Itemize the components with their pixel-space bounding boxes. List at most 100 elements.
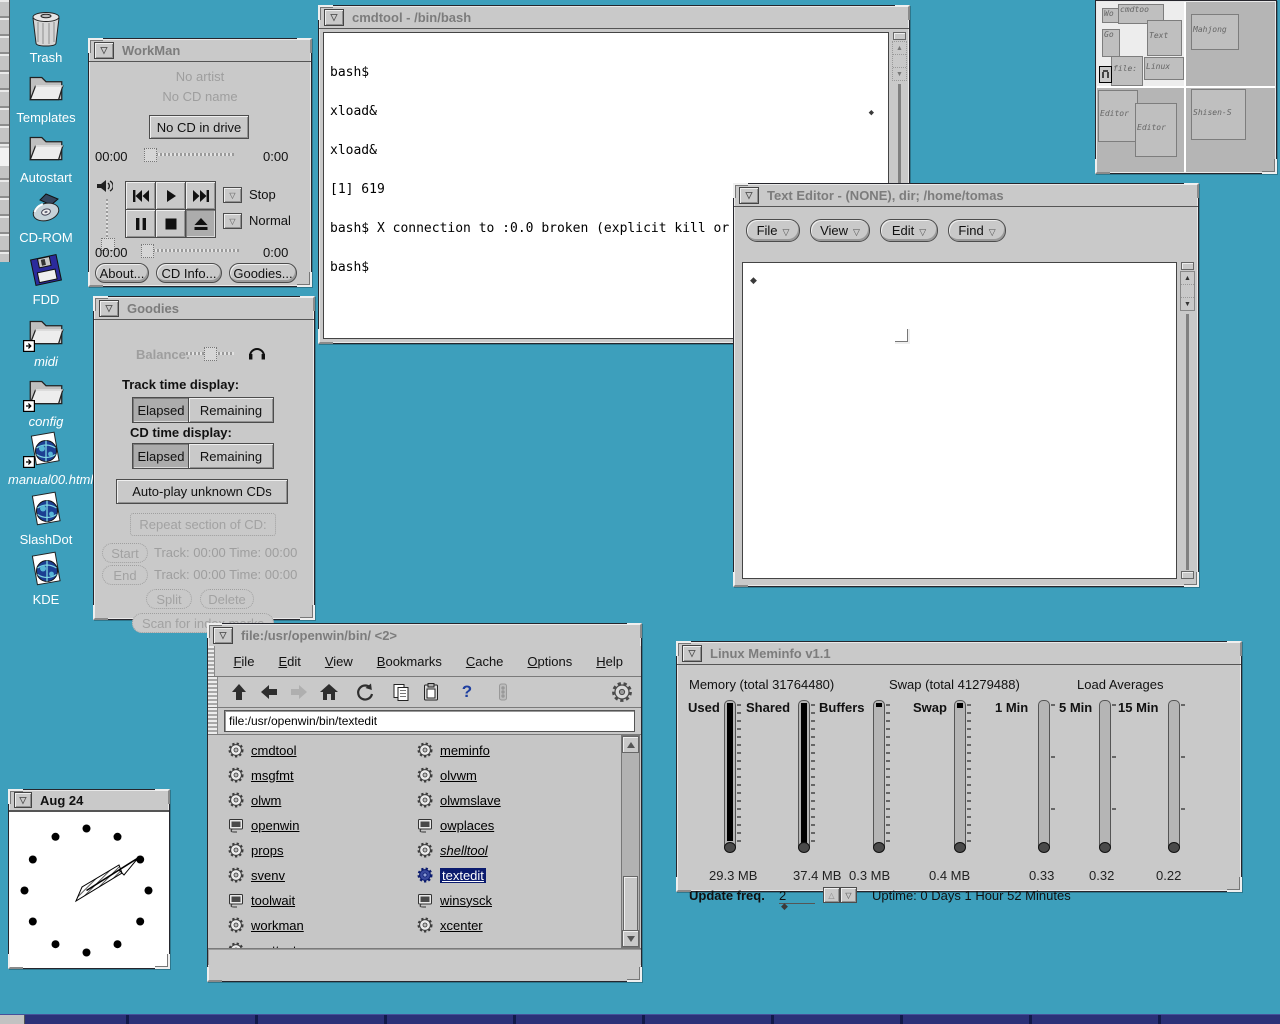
track-remaining-button[interactable]: Remaining — [188, 397, 274, 423]
help-button[interactable]: ? — [452, 682, 482, 702]
back-button[interactable] — [254, 682, 284, 702]
up-button[interactable] — [224, 682, 254, 702]
menu-bookmarks[interactable]: Bookmarks — [365, 654, 454, 669]
desktop-icon-config[interactable]: config — [8, 370, 84, 429]
file-item[interactable]: winsysck — [417, 889, 492, 911]
desktop-icon-autostart[interactable]: Autostart — [8, 126, 84, 185]
desktop-icon-templates[interactable]: Templates — [8, 66, 84, 125]
kde-gear-button[interactable] — [607, 681, 637, 703]
titlebar[interactable]: file:/usr/openwin/bin/ <2> — [208, 624, 641, 647]
copy-button[interactable] — [386, 682, 416, 702]
desktop-icon-kde[interactable]: KDE — [8, 550, 84, 607]
eject-button[interactable] — [185, 209, 216, 238]
titlebar[interactable]: Text Editor - (NONE), dir; /home/tomas — [734, 184, 1198, 207]
window-menu-button[interactable] — [739, 187, 759, 204]
file-item[interactable]: msgfmt — [228, 764, 294, 786]
desktop-icon-cdrom[interactable]: CD-ROM — [8, 188, 84, 245]
repeat-end-button[interactable]: End — [102, 565, 148, 585]
desktop-icon-fdd[interactable]: FDD — [8, 250, 84, 307]
locationbar-grip[interactable] — [208, 708, 218, 734]
file-item[interactable]: xcenter — [417, 914, 483, 936]
file-item[interactable]: svenv — [228, 864, 285, 886]
window-menu-button[interactable] — [94, 42, 114, 59]
pager-window[interactable]: Text — [1147, 20, 1182, 56]
window-menu-button[interactable] — [99, 300, 119, 317]
delete-button[interactable]: Delete — [200, 589, 254, 609]
file-item[interactable]: olwmslave — [417, 789, 501, 811]
file-item-symlink[interactable]: shelltool — [417, 839, 488, 861]
previous-track-button[interactable] — [125, 181, 156, 210]
pager-window[interactable]: Shisen-S — [1191, 89, 1246, 140]
menu-view[interactable]: View — [313, 654, 365, 669]
desktop-icon-manual-html[interactable]: manual00.html — [8, 430, 84, 487]
file-list-scrollbar[interactable] — [621, 735, 640, 948]
file-item[interactable]: openwin — [228, 814, 299, 836]
balance-slider[interactable] — [186, 347, 234, 359]
pager-desktop-3[interactable]: Editor Editor — [1097, 88, 1184, 172]
pause-button[interactable] — [125, 209, 156, 238]
pager-window[interactable]: Linux — [1144, 57, 1184, 80]
forward-button[interactable] — [284, 682, 314, 702]
autoplay-button[interactable]: Auto-play unknown CDs — [116, 479, 288, 504]
next-track-button[interactable] — [185, 181, 216, 210]
menu-edit[interactable]: Edit — [266, 654, 312, 669]
about-button[interactable]: About... — [95, 263, 149, 283]
toolbar-grip[interactable] — [208, 677, 218, 707]
reload-button[interactable] — [350, 682, 380, 702]
cd-elapsed-button[interactable]: Elapsed — [132, 443, 190, 469]
file-item-selected[interactable]: textedit — [417, 864, 486, 886]
taskbar-strip[interactable] — [0, 1014, 1280, 1024]
window-menu-button[interactable] — [14, 792, 32, 808]
stop-button[interactable] — [155, 209, 186, 238]
cd-info-button[interactable]: CD Info... — [156, 263, 222, 283]
titlebar[interactable]: Goodies — [94, 297, 314, 320]
desktop-icon-midi[interactable]: midi — [8, 310, 84, 369]
paste-button[interactable] — [416, 682, 446, 702]
pager-window[interactable]: file: — [1111, 56, 1143, 86]
file-menu-button[interactable]: File — [746, 219, 800, 242]
file-item[interactable]: cmdtool — [228, 739, 297, 761]
track-elapsed-button[interactable]: Elapsed — [132, 397, 190, 423]
location-input[interactable]: file:/usr/openwin/bin/textedit — [224, 710, 635, 732]
window-menu-button[interactable] — [324, 9, 344, 26]
cd-status-button[interactable]: No CD in drive — [149, 115, 249, 139]
file-item[interactable]: olwm — [228, 789, 281, 811]
pager-desktop-4[interactable]: Shisen-S — [1186, 88, 1275, 172]
editor-scrollbar[interactable]: ▲▼ — [1179, 262, 1196, 579]
menu-cache[interactable]: Cache — [454, 654, 516, 669]
file-item[interactable]: meminfo — [417, 739, 490, 761]
desktop-icon-trash[interactable]: Trash — [8, 8, 84, 65]
cd-remaining-button[interactable]: Remaining — [188, 443, 274, 469]
play-button[interactable] — [155, 181, 186, 210]
file-item[interactable]: props — [228, 839, 284, 861]
repeat-start-button[interactable]: Start — [102, 543, 148, 563]
find-menu-button[interactable]: Find — [948, 219, 1006, 242]
file-item[interactable]: owplaces — [417, 814, 494, 836]
menubar-grip[interactable] — [208, 646, 215, 676]
spinner-up-icon[interactable]: △ — [823, 887, 840, 903]
split-button[interactable]: Split — [146, 589, 192, 609]
mode-dropdown[interactable] — [223, 187, 242, 203]
titlebar[interactable]: WorkMan — [89, 39, 311, 62]
titlebar[interactable]: cmdtool - /bin/bash — [319, 6, 909, 29]
titlebar[interactable]: Aug 24 — [9, 790, 169, 811]
file-item[interactable]: olvwm — [417, 764, 477, 786]
pager-window[interactable]: Go — [1102, 29, 1120, 57]
text-area[interactable] — [742, 262, 1177, 579]
menu-file[interactable]: File — [221, 654, 266, 669]
goodies-button[interactable]: Goodies... — [229, 263, 297, 283]
pager-desktop-1-current[interactable]: Wo cmdtoo Text Go file: Linux — [1097, 2, 1184, 86]
volume-slider[interactable] — [101, 199, 113, 251]
desktop-icon-slashdot[interactable]: SlashDot — [8, 490, 84, 547]
pager-window[interactable]: Editor — [1135, 103, 1177, 157]
virtual-desktop-pager[interactable]: Wo cmdtoo Text Go file: Linux Mahjong Ed… — [1095, 0, 1277, 174]
menu-help[interactable]: Help — [584, 654, 635, 669]
file-item[interactable]: workman — [228, 914, 304, 936]
menu-options[interactable]: Options — [515, 654, 584, 669]
file-item[interactable]: toolwait — [228, 889, 295, 911]
window-menu-button[interactable] — [213, 627, 233, 644]
pager-desktop-2[interactable]: Mahjong — [1186, 2, 1275, 86]
repeat-section-button[interactable]: Repeat section of CD: — [130, 513, 276, 536]
stop-button[interactable] — [488, 682, 518, 702]
view-menu-button[interactable]: View — [810, 219, 870, 242]
